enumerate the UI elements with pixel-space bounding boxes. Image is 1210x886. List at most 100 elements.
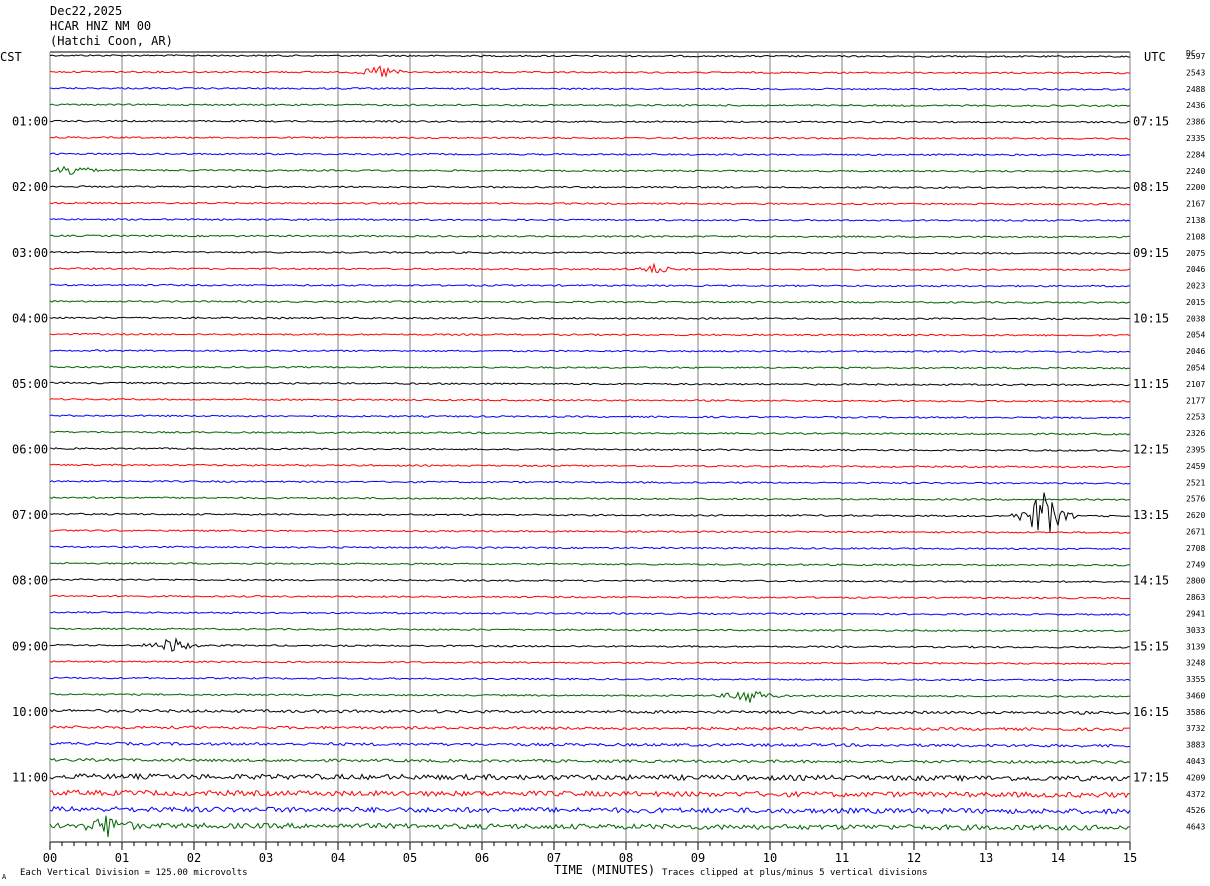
dc-offset-label: 2284 (1186, 150, 1205, 159)
dc-offset-label: 2335 (1186, 134, 1205, 143)
trace-row (49, 136, 1131, 140)
dc-offset-label: 2167 (1186, 200, 1205, 209)
x-tick-label: 11 (835, 851, 849, 865)
trace-row (49, 316, 1131, 321)
dc-offset-label: 2253 (1186, 413, 1205, 422)
trace-row (49, 660, 1131, 665)
trace-row (49, 218, 1131, 222)
dc-offset-label: 2941 (1186, 609, 1205, 618)
helicorder-chart: 00 01 02 03 04 05 06 07 08 09 10 11 12 13 14 1501:0002:… (12, 51, 1205, 865)
trace-row (49, 262, 1131, 274)
trace-row (49, 119, 1131, 124)
dc-offset-label: 2597 (1186, 52, 1205, 61)
trace-row (49, 381, 1131, 387)
right-time-label: 15:15 (1133, 639, 1169, 653)
dc-offset-label: 2395 (1186, 446, 1205, 455)
trace-row (49, 529, 1131, 534)
trace-row (49, 165, 1131, 175)
trace-row (49, 103, 1131, 108)
x-tick-label: 00 (43, 851, 57, 865)
right-time-label: 14:15 (1133, 574, 1169, 588)
corner-mark: A (2, 873, 7, 881)
dc-offset-label: 2138 (1186, 216, 1205, 225)
dc-offset-label: 3139 (1186, 642, 1205, 651)
trace-row (49, 676, 1131, 682)
trace-row (49, 758, 1131, 765)
trace-row (49, 430, 1131, 436)
dc-offset-label: 3248 (1186, 659, 1205, 668)
dc-offset-label: 2459 (1186, 462, 1205, 471)
x-tick-label: 12 (907, 851, 921, 865)
dc-offset-label: 2177 (1186, 396, 1205, 405)
trace-row (49, 365, 1131, 370)
right-time-label: 16:15 (1133, 705, 1169, 719)
trace-row (49, 332, 1131, 337)
dc-offset-label: 2054 (1186, 364, 1205, 373)
dc-offset-label: 4043 (1186, 757, 1205, 766)
dc-offset-label: 4526 (1186, 806, 1205, 815)
dc-offset-label: 3460 (1186, 691, 1205, 700)
trace-row (49, 545, 1131, 551)
left-time-label: 08:00 (12, 574, 48, 588)
dc-offset-label: 2521 (1186, 478, 1205, 487)
trace-row (49, 627, 1131, 633)
dc-offset-label: 2015 (1186, 298, 1205, 307)
dc-offset-label: 2038 (1186, 314, 1205, 323)
dc-offset-label: 4209 (1186, 773, 1205, 782)
dc-offset-label: 2107 (1186, 380, 1205, 389)
scale-note: Each Vertical Division = 125.00 microvol… (20, 868, 248, 878)
trace-row (49, 152, 1131, 157)
dc-offset-label: 3883 (1186, 741, 1205, 750)
trace-row (49, 561, 1131, 567)
right-time-label: 12:15 (1133, 443, 1169, 457)
trace-row (49, 496, 1131, 501)
right-time-label: 17:15 (1133, 770, 1169, 784)
dc-offset-label: 3732 (1186, 724, 1205, 733)
trace-row (49, 397, 1131, 403)
left-time-label: 02:00 (12, 180, 48, 194)
trace-row (49, 805, 1131, 815)
x-tick-label: 01 (115, 851, 129, 865)
dc-offset-label: 2436 (1186, 101, 1205, 110)
x-axis-title: TIME (MINUTES) (554, 863, 656, 877)
dc-offset-label: 2671 (1186, 527, 1205, 536)
dc-offset-label: 2075 (1186, 249, 1205, 258)
chart-labels: 00 01 02 03 04 05 06 07 08 09 10 11 12 13 14 1501:0002:… (12, 52, 1205, 865)
trace-row (49, 414, 1131, 420)
dc-offset-label: 4643 (1186, 823, 1205, 832)
dc-offset-label: 3586 (1186, 708, 1205, 717)
trace-row (49, 250, 1131, 255)
x-tick-label: 10 (763, 851, 777, 865)
right-time-label: 09:15 (1133, 246, 1169, 260)
right-time-label: 07:15 (1133, 115, 1169, 129)
trace-row (49, 54, 1131, 58)
left-time-label: 11:00 (12, 770, 48, 784)
dc-offset-label: 2023 (1186, 282, 1205, 291)
dc-offset-label: 2200 (1186, 183, 1205, 192)
dc-offset-label: 2749 (1186, 560, 1205, 569)
trace-row (49, 741, 1131, 748)
trace-row (49, 463, 1130, 469)
dc-offset-label: 2863 (1186, 593, 1205, 602)
dc-offset-label: 3355 (1186, 675, 1205, 684)
right-time-label: 11:15 (1133, 377, 1169, 391)
x-tick-label: 09 (691, 851, 705, 865)
dc-offset-label: 2046 (1186, 265, 1205, 274)
dc-offset-label: 2620 (1186, 511, 1205, 520)
dc-offset-label: 2054 (1186, 331, 1205, 340)
right-time-label: 13:15 (1133, 508, 1169, 522)
trace-row (49, 611, 1131, 616)
left-time-label: 03:00 (12, 246, 48, 260)
x-tick-label: 14 (1051, 851, 1065, 865)
left-time-label: 10:00 (12, 705, 48, 719)
dc-offset-label: 2576 (1186, 495, 1205, 504)
trace-row (49, 234, 1131, 239)
trace-row (49, 708, 1131, 715)
trace-row (49, 300, 1131, 304)
trace-row (49, 65, 1131, 78)
x-tick-label: 13 (979, 851, 993, 865)
x-tick-label: 03 (259, 851, 273, 865)
trace-row (49, 789, 1131, 799)
dc-offset-label: 2386 (1186, 118, 1205, 127)
x-tick-label: 02 (187, 851, 201, 865)
